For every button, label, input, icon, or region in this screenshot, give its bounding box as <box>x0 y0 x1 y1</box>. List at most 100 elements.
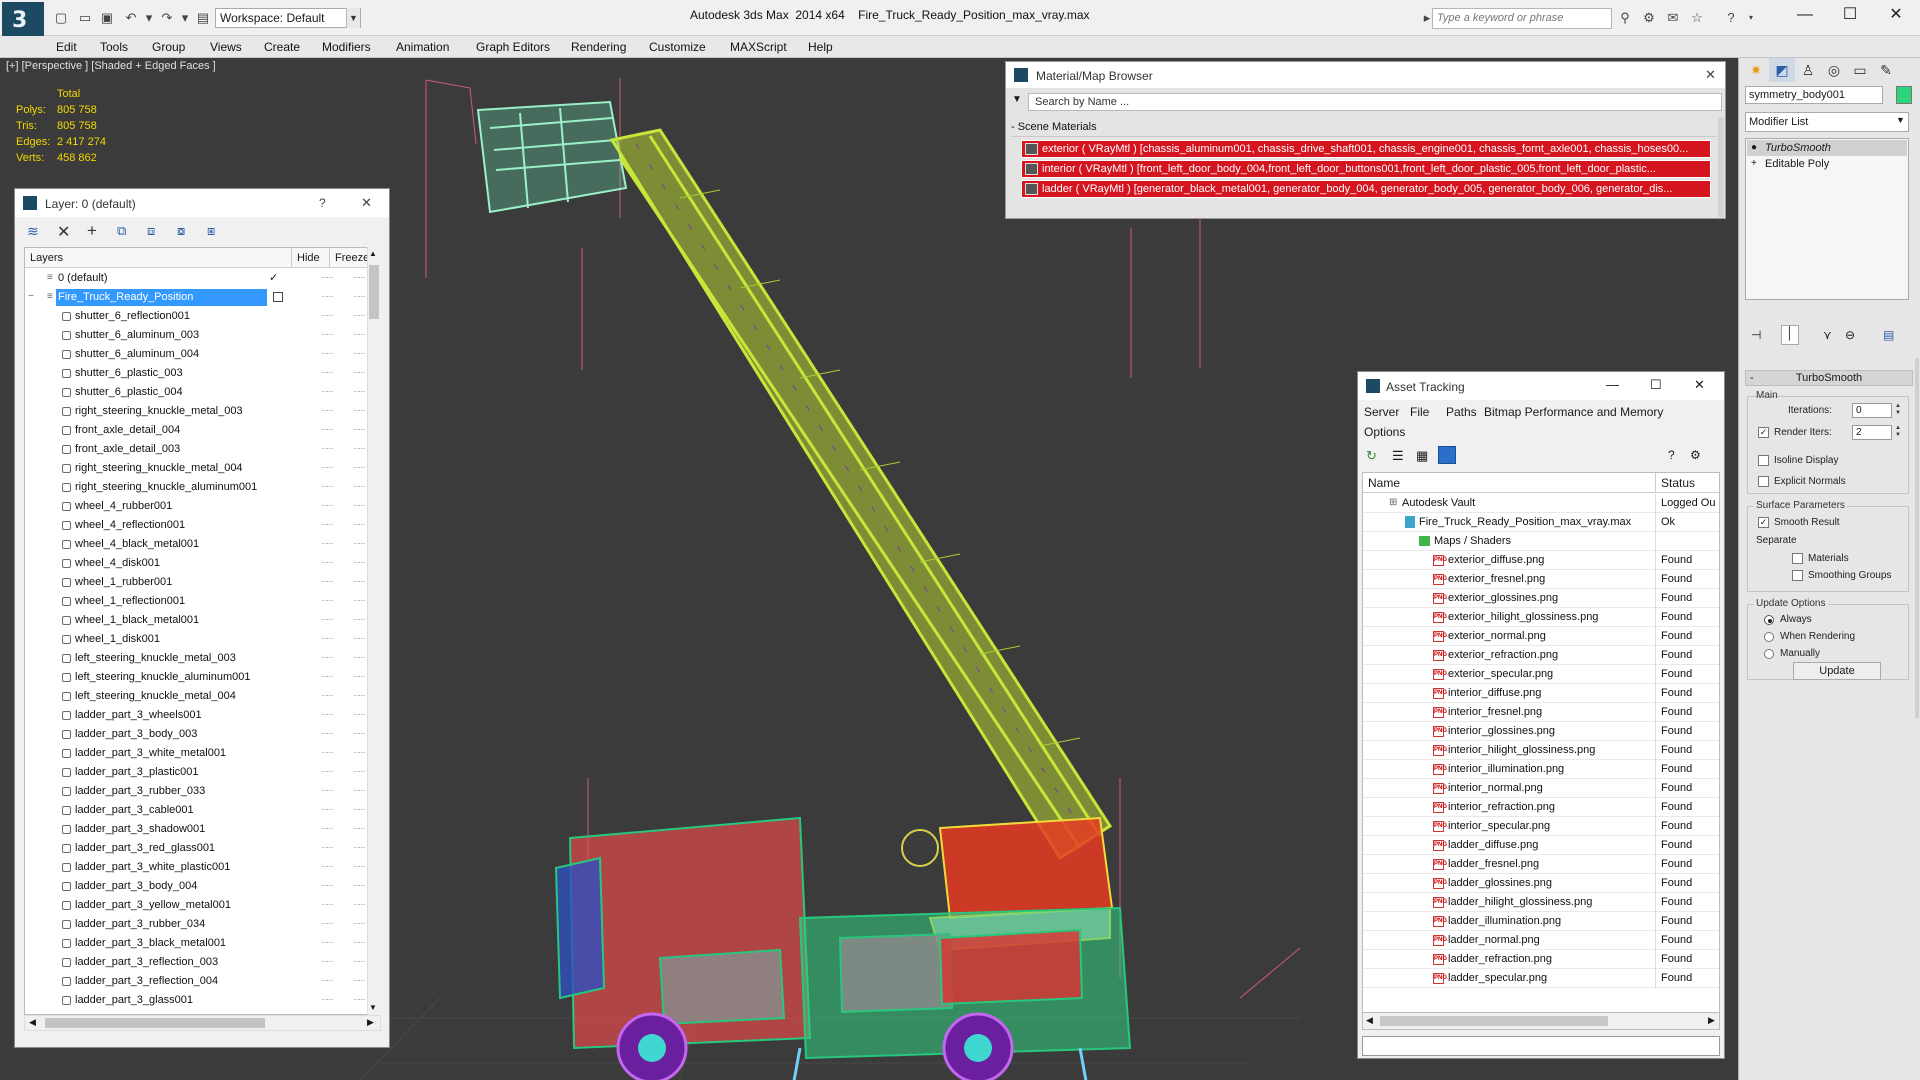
hide-toggle[interactable]: ····· <box>321 823 334 834</box>
stack-item-editable-poly[interactable]: + Editable Poly <box>1747 156 1907 172</box>
spinner-arrows-icon[interactable]: ▲ ▼ <box>1894 403 1902 418</box>
remove-modifier-icon[interactable]: ⊖ <box>1845 328 1855 342</box>
scroll-right-icon[interactable]: ▶ <box>1708 1015 1715 1026</box>
layer-object-row[interactable]: wheel_4_rubber001 ····· ····· <box>25 497 366 516</box>
render-iters-checkbox[interactable]: ✓ <box>1758 427 1769 438</box>
display-tab-icon[interactable]: ▭ <box>1847 58 1873 82</box>
manually-radio[interactable] <box>1764 649 1774 659</box>
asset-map-row[interactable]: PNG ladder_refraction.png Found <box>1363 950 1719 969</box>
material-browser-titlebar[interactable]: Material/Map Browser ✕ <box>1006 62 1725 88</box>
layer-object-row[interactable]: ladder_part_3_red_glass001 ····· ····· <box>25 839 366 858</box>
hide-toggle[interactable]: ····· <box>321 443 334 454</box>
configure-sets-icon[interactable]: ▤ <box>1883 328 1894 342</box>
freeze-toggle[interactable]: ····· <box>353 595 366 606</box>
smooth-result-checkbox[interactable]: ✓ <box>1758 517 1769 528</box>
asset-tracking-titlebar[interactable]: Asset Tracking — ☐ ✕ <box>1358 372 1724 400</box>
hide-toggle[interactable]: ····· <box>321 405 334 416</box>
hide-toggle[interactable]: ····· <box>321 652 334 663</box>
freeze-toggle[interactable]: ····· <box>353 861 366 872</box>
layer-object-row[interactable]: right_steering_knuckle_aluminum001 ····· ·… <box>25 478 366 497</box>
iterations-spinner[interactable]: 0 <box>1852 403 1892 418</box>
layer-object-row[interactable]: ladder_part_3_shadow001 ····· ····· <box>25 820 366 839</box>
asset-map-row[interactable]: PNG exterior_hilight_glossiness.png Found <box>1363 608 1719 627</box>
modifier-stack[interactable]: ● TurboSmooth + Editable Poly <box>1745 138 1909 300</box>
hide-toggle[interactable]: ····· <box>321 766 334 777</box>
undo-icon[interactable]: ↶ <box>122 10 140 26</box>
freeze-toggle[interactable]: ····· <box>353 443 366 454</box>
tree-view-icon[interactable] <box>1438 446 1456 464</box>
hide-toggle[interactable]: ····· <box>321 481 334 492</box>
freeze-toggle[interactable]: ····· <box>353 728 366 739</box>
asset-map-row[interactable]: PNG interior_refraction.png Found <box>1363 798 1719 817</box>
column-freeze[interactable]: Freeze <box>335 252 369 264</box>
layer-object-row[interactable]: ladder_part_3_glass001 ····· ····· <box>25 991 366 1010</box>
select-objects-icon[interactable]: ⧉ <box>117 223 126 239</box>
freeze-toggle[interactable]: ····· <box>353 690 366 701</box>
hide-toggle[interactable]: ····· <box>321 310 334 321</box>
asset-map-row[interactable]: PNG exterior_specular.png Found <box>1363 665 1719 684</box>
asset-map-row[interactable]: PNG interior_specular.png Found <box>1363 817 1719 836</box>
hide-toggle[interactable]: ····· <box>321 842 334 853</box>
layer-hscroll-thumb[interactable] <box>45 1018 265 1028</box>
layer-object-row[interactable]: front_axle_detail_004 ····· ····· <box>25 421 366 440</box>
redo-dropdown-icon[interactable]: ▾ <box>176 10 194 26</box>
asset-map-row[interactable]: PNG ladder_hilight_glossiness.png Found <box>1363 893 1719 912</box>
layer-object-row[interactable]: wheel_1_reflection001 ····· ····· <box>25 592 366 611</box>
material-row-exterior[interactable]: exterior ( VRayMtl ) [chassis_aluminum00… <box>1021 140 1711 158</box>
layer-vertical-scrollbar[interactable] <box>367 247 381 1015</box>
menu-animation[interactable]: Animation <box>396 40 449 54</box>
delete-layer-icon[interactable]: ✕ <box>57 222 70 242</box>
scroll-down-icon[interactable]: ▼ <box>369 1003 377 1012</box>
help-icon[interactable]: ? <box>1722 10 1740 26</box>
freeze-toggle[interactable]: ····· <box>353 994 366 1005</box>
hierarchy-tab-icon[interactable]: ♙ <box>1795 58 1821 82</box>
scroll-left-icon[interactable]: ◀ <box>29 1017 36 1028</box>
hide-toggle[interactable]: ····· <box>321 994 334 1005</box>
app-menu-button[interactable]: 3 <box>2 2 44 40</box>
freeze-toggle[interactable]: ····· <box>353 880 366 891</box>
freeze-toggle[interactable]: ····· <box>353 823 366 834</box>
hide-toggle[interactable]: ····· <box>321 538 334 549</box>
asset-map-row[interactable]: PNG ladder_illumination.png Found <box>1363 912 1719 931</box>
freeze-all-icon[interactable]: ⧆ <box>207 223 215 239</box>
hide-toggle[interactable]: ····· <box>321 576 334 587</box>
menu-group[interactable]: Group <box>152 40 185 54</box>
explicit-normals-checkbox[interactable] <box>1758 476 1769 487</box>
freeze-toggle[interactable]: ····· <box>353 899 366 910</box>
freeze-toggle[interactable]: ····· <box>353 386 366 397</box>
layer-object-row[interactable]: shutter_6_aluminum_004 ····· ····· <box>25 345 366 364</box>
layer-object-row[interactable]: ladder_part_3_white_metal001 ····· ····· <box>25 744 366 763</box>
hide-toggle[interactable]: ····· <box>321 785 334 796</box>
freeze-toggle[interactable]: ····· <box>353 291 366 302</box>
collapse-icon[interactable]: − <box>28 291 34 302</box>
column-name[interactable]: Name <box>1368 476 1400 490</box>
layer-object-row[interactable]: ladder_part_3_body_003 ····· ····· <box>25 725 366 744</box>
isoline-display-checkbox[interactable] <box>1758 455 1769 466</box>
help-dropdown-icon[interactable]: ▾ <box>1742 10 1760 26</box>
minimize-icon[interactable]: — <box>1606 377 1619 392</box>
menu-maxscript[interactable]: MAXScript <box>730 40 787 54</box>
layer-object-row[interactable]: ladder_part_3_wheels001 ····· ····· <box>25 706 366 725</box>
asset-map-row[interactable]: PNG ladder_normal.png Found <box>1363 931 1719 950</box>
layer-object-row[interactable]: wheel_4_disk001 ····· ····· <box>25 554 366 573</box>
menu-options[interactable]: Options <box>1364 425 1405 439</box>
browser-options-icon[interactable]: ▼ <box>1012 94 1022 105</box>
asset-map-row[interactable]: PNG exterior_fresnel.png Found <box>1363 570 1719 589</box>
hide-toggle[interactable]: ····· <box>321 272 334 283</box>
scroll-left-icon[interactable]: ◀ <box>1366 1015 1373 1026</box>
asset-map-row[interactable]: PNG exterior_refraction.png Found <box>1363 646 1719 665</box>
layer-object-row[interactable]: right_steering_knuckle_metal_004 ····· ···… <box>25 459 366 478</box>
search-input[interactable]: Type a keyword or phrase <box>1432 8 1612 29</box>
undo-dropdown-icon[interactable]: ▾ <box>140 10 158 26</box>
menu-edit[interactable]: Edit <box>56 40 77 54</box>
asset-hscroll-thumb[interactable] <box>1380 1016 1608 1026</box>
motion-tab-icon[interactable]: ◎ <box>1821 58 1847 82</box>
freeze-toggle[interactable]: ····· <box>353 918 366 929</box>
communication-icon[interactable]: ✉ <box>1664 10 1682 26</box>
menu-create[interactable]: Create <box>264 40 300 54</box>
asset-map-row[interactable]: PNG interior_hilight_glossiness.png Found <box>1363 741 1719 760</box>
modify-tab-icon[interactable]: ◩ <box>1769 58 1795 82</box>
layer-object-row[interactable]: ladder_part_3_rubber_034 ····· ····· <box>25 915 366 934</box>
asset-map-row[interactable]: PNG interior_diffuse.png Found <box>1363 684 1719 703</box>
layer-object-row[interactable]: shutter_6_plastic_004 ····· ····· <box>25 383 366 402</box>
